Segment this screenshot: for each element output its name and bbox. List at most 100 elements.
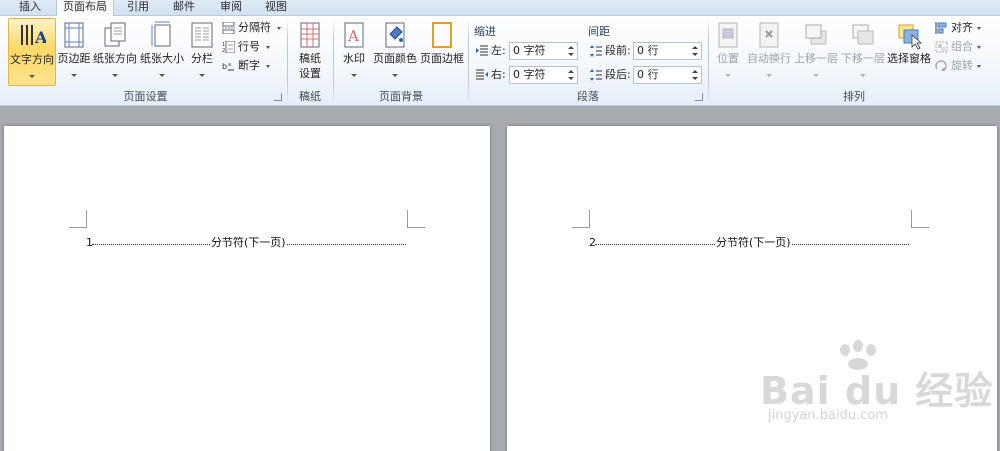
orientation-icon: [104, 22, 126, 47]
line-numbers-button[interactable]: 12 行号: [222, 38, 274, 56]
align-icon: [935, 22, 947, 34]
spacing-before-icon: [590, 45, 602, 57]
draft-paper-settings-button[interactable]: 稿纸 设置: [292, 18, 328, 86]
tab-references[interactable]: 引用: [118, 0, 158, 16]
margins-icon: [64, 22, 84, 48]
columns-label: 分栏: [191, 52, 213, 65]
indent-right-spinner[interactable]: 0 字符: [509, 66, 578, 84]
spacing-after-icon: [590, 69, 602, 81]
bring-forward-icon: [805, 24, 827, 45]
indent-right-icon: [476, 69, 488, 80]
section-break-marker: 2 分节符(下一页): [589, 236, 909, 250]
section-break-label: 分节符(下一页): [715, 236, 792, 250]
chevron-down-icon: [977, 46, 981, 49]
draft-paper-label-1: 稿纸: [299, 52, 321, 65]
text-direction-button[interactable]: A 文字方向: [8, 18, 56, 86]
watermark-url: jingyan.baidu.com: [768, 408, 888, 423]
tab-page-layout[interactable]: 页面布局: [56, 0, 114, 17]
group-label-paragraph: 段落: [577, 90, 599, 103]
svg-text:A: A: [347, 27, 359, 45]
document-page-1[interactable]: 1 分节符(下一页): [4, 126, 490, 451]
spacing-before-value: 0 行: [637, 44, 659, 57]
spin-up-icon[interactable]: [692, 70, 698, 73]
tab-insert[interactable]: 插入: [8, 0, 52, 16]
selection-pane-icon: [898, 24, 923, 50]
chevron-down-icon: [277, 27, 281, 30]
spacing-after-spinner[interactable]: 0 行: [633, 66, 702, 84]
tab-view[interactable]: 视图: [256, 0, 296, 16]
orientation-button[interactable]: 纸张方向: [92, 18, 138, 86]
chevron-down-icon: [860, 74, 866, 77]
chevron-down-icon: [266, 65, 270, 68]
bring-forward-label: 上移一层: [794, 52, 838, 65]
send-backward-button[interactable]: 下移一层: [840, 18, 886, 86]
indent-left-icon: [476, 45, 488, 56]
hyphenation-button[interactable]: ba 断字: [222, 57, 274, 75]
spin-up-icon[interactable]: [568, 70, 574, 73]
page-borders-button[interactable]: 页面边框: [419, 18, 465, 86]
text-direction-icon: A: [21, 25, 46, 47]
line-numbers-label: 行号: [238, 40, 260, 53]
spacing-after-value: 0 行: [637, 68, 659, 81]
page-size-icon: [151, 21, 171, 47]
wrap-text-button[interactable]: 自动换行: [746, 18, 792, 86]
chevron-down-icon: [266, 46, 270, 49]
selection-pane-label: 选择窗格: [887, 52, 931, 65]
chevron-down-icon: [977, 27, 981, 30]
align-button[interactable]: 对齐: [935, 19, 985, 37]
selection-pane-button[interactable]: 选择窗格: [887, 18, 931, 86]
spin-down-icon[interactable]: [692, 77, 698, 80]
breaks-button[interactable]: 分隔符: [222, 19, 284, 37]
page-break-icon: [222, 22, 235, 34]
dialog-launcher-icon[interactable]: [274, 93, 282, 101]
position-button[interactable]: 位置: [712, 18, 744, 86]
indent-left-value: 0 字符: [513, 44, 546, 57]
indent-right-field: 右: 0 字符: [476, 66, 578, 84]
chevron-down-icon: [351, 74, 357, 77]
breaks-label: 分隔符: [238, 21, 271, 34]
chevron-down-icon: [813, 74, 819, 77]
chevron-down-icon: [112, 74, 118, 77]
section-break-label: 分节符(下一页): [210, 236, 287, 250]
columns-button[interactable]: 分栏: [186, 18, 218, 86]
watermark-button[interactable]: A 水印: [338, 18, 370, 86]
chevron-down-icon: [159, 74, 165, 77]
spacing-after-field: 段后: 0 行: [590, 66, 702, 84]
crop-mark-top-right: [407, 210, 425, 228]
spacing-before-spinner[interactable]: 0 行: [633, 42, 702, 60]
orientation-label: 纸张方向: [93, 52, 137, 65]
margins-button[interactable]: 页边距: [57, 18, 91, 86]
chevron-down-icon: [766, 74, 772, 77]
send-backward-label: 下移一层: [841, 52, 885, 65]
rotate-button[interactable]: 旋转: [935, 57, 985, 75]
dialog-launcher-icon[interactable]: [695, 93, 703, 101]
spin-up-icon[interactable]: [568, 46, 574, 49]
chevron-down-icon: [199, 74, 205, 77]
size-button[interactable]: 纸张大小: [139, 18, 185, 86]
indent-left-spinner[interactable]: 0 字符: [509, 42, 578, 60]
send-backward-icon: [852, 24, 874, 45]
line-numbers-icon: 12: [222, 41, 235, 53]
draft-paper-label-2: 设置: [299, 67, 321, 80]
crop-mark-top-right: [911, 210, 929, 228]
margins-label: 页边距: [57, 52, 91, 65]
baidu-watermark: Bai du 经验 jingyan.baidu.com: [760, 340, 1000, 440]
ribbon: A 文字方向 页边距 纸张方向 纸张大小 分栏 分隔符 1 2 行号 b a 断…: [0, 16, 1000, 106]
spin-down-icon[interactable]: [568, 53, 574, 56]
spin-down-icon[interactable]: [692, 53, 698, 56]
align-label: 对齐: [951, 21, 973, 34]
spin-down-icon[interactable]: [568, 77, 574, 80]
tab-mailings[interactable]: 邮件: [164, 0, 204, 16]
wrap-text-label: 自动换行: [747, 52, 791, 65]
group-objects-button[interactable]: 组合: [935, 38, 985, 56]
svg-text:A: A: [34, 28, 46, 47]
page-color-button[interactable]: 页面颜色: [372, 18, 418, 86]
indent-left-label: 左:: [491, 44, 506, 57]
tab-review[interactable]: 审阅: [210, 0, 252, 16]
page-borders-label: 页面边框: [420, 52, 464, 65]
group-label-draft-paper: 稿纸: [299, 90, 321, 103]
bring-forward-button[interactable]: 上移一层: [793, 18, 839, 86]
indent-title: 缩进: [474, 25, 496, 38]
spin-up-icon[interactable]: [692, 46, 698, 49]
crop-mark-top-left: [572, 210, 590, 228]
